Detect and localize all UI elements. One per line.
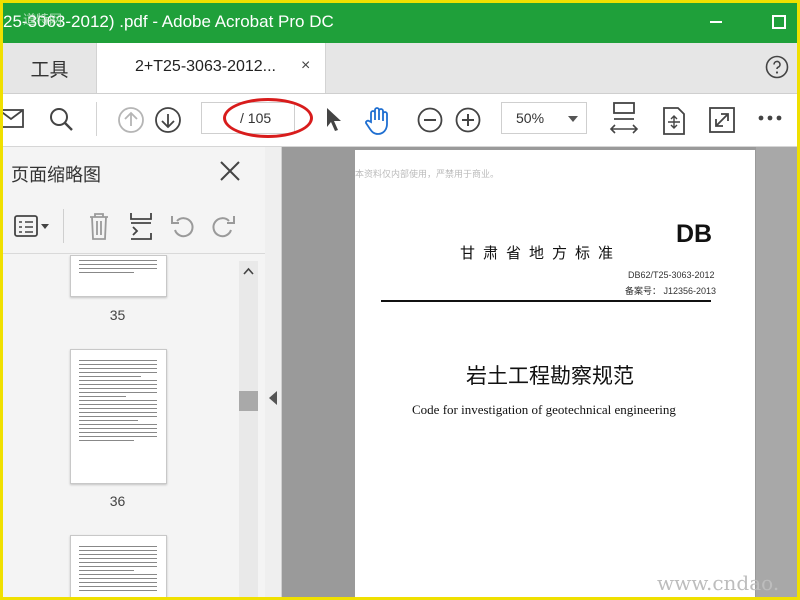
page-thumbnail[interactable] bbox=[70, 255, 167, 297]
fit-width-icon[interactable] bbox=[609, 101, 639, 137]
thumbnail-text-lines bbox=[79, 360, 157, 444]
fullscreen-icon[interactable] bbox=[708, 106, 736, 134]
tab-document-label: 2+T25-3063-2012... bbox=[135, 58, 276, 75]
trash-icon[interactable] bbox=[87, 211, 111, 241]
thumbnail-toolbar bbox=[3, 203, 265, 254]
collapse-left-icon[interactable] bbox=[269, 391, 277, 405]
thumbnail-list: 35 36 bbox=[3, 255, 239, 597]
page-note: 本资料仅内部使用，严禁用于商业。 bbox=[355, 169, 500, 179]
document-title-cn: 岩土工程勘察规范 bbox=[466, 364, 634, 388]
tab-bar: 工具 2+T25-3063-2012... × bbox=[3, 43, 797, 94]
tab-close-icon[interactable]: × bbox=[301, 57, 310, 75]
zoom-out-icon[interactable] bbox=[416, 106, 444, 134]
scroll-up-icon[interactable] bbox=[243, 267, 254, 275]
hand-tool-icon[interactable] bbox=[363, 106, 393, 136]
document-title-en: Code for investigation of geotechnical e… bbox=[412, 402, 676, 417]
thumbnails-panel: 页面缩略图 35 36 bbox=[3, 147, 266, 597]
zoom-level-value: 50% bbox=[516, 110, 545, 126]
rotate-clockwise-icon[interactable] bbox=[209, 213, 237, 239]
extract-pages-icon[interactable] bbox=[127, 211, 155, 241]
select-cursor-icon[interactable] bbox=[323, 106, 345, 134]
page-thumbnail[interactable] bbox=[70, 535, 167, 597]
site-watermark: www.cndao. bbox=[657, 571, 780, 595]
page-fit-icon[interactable] bbox=[660, 106, 688, 136]
zoom-level-dropdown[interactable]: 50% bbox=[501, 102, 587, 134]
previous-page-icon[interactable] bbox=[117, 106, 145, 134]
zoom-in-icon[interactable] bbox=[454, 106, 482, 134]
chevron-down-icon bbox=[568, 116, 578, 122]
document-page: 本资料仅内部使用，严禁用于商业。 DB 甘肃省地方标准 DB62/T25-306… bbox=[355, 150, 755, 597]
scrollbar-thumb[interactable] bbox=[239, 391, 258, 411]
panel-collapse-bar[interactable] bbox=[265, 147, 282, 597]
toolbar: / 105 50% bbox=[3, 94, 797, 147]
search-icon[interactable] bbox=[48, 106, 74, 132]
tab-tools[interactable]: 工具 bbox=[3, 43, 96, 93]
help-icon[interactable] bbox=[765, 55, 789, 79]
maximize-icon[interactable] bbox=[766, 9, 792, 35]
thumbnail-page-number: 36 bbox=[109, 493, 126, 509]
thumbnail-text-lines bbox=[79, 546, 157, 594]
tab-document[interactable]: 2+T25-3063-2012... × bbox=[96, 43, 326, 93]
mail-icon[interactable] bbox=[3, 106, 27, 132]
standard-code: DB62/T25-3063-2012 bbox=[628, 270, 715, 280]
db-mark: DB bbox=[676, 220, 713, 248]
toolbar-separator bbox=[63, 209, 64, 243]
more-options-icon[interactable] bbox=[757, 110, 783, 126]
red-highlight-ellipse bbox=[223, 98, 313, 138]
record-number: 备案号： J12356-2013 bbox=[625, 286, 717, 296]
site-logo-watermark: 道特网 bbox=[23, 13, 63, 28]
minimize-icon[interactable] bbox=[703, 9, 729, 35]
next-page-icon[interactable] bbox=[154, 106, 182, 134]
panel-title: 页面缩略图 bbox=[11, 165, 101, 185]
thumbnail-options-icon[interactable] bbox=[13, 213, 51, 241]
close-icon[interactable] bbox=[218, 159, 242, 183]
page-thumbnail[interactable] bbox=[70, 349, 167, 484]
document-scrollbar[interactable] bbox=[756, 147, 797, 597]
document-viewer: 本资料仅内部使用，严禁用于商业。 DB 甘肃省地方标准 DB62/T25-306… bbox=[282, 147, 797, 597]
toolbar-separator bbox=[96, 102, 97, 136]
acrobat-window: 25-3063-2012) .pdf - Adobe Acrobat Pro D… bbox=[3, 3, 797, 597]
standard-org: 甘肃省地方标准 bbox=[460, 244, 622, 262]
tab-tools-label: 工具 bbox=[30, 59, 69, 81]
thumbnail-scrollbar[interactable] bbox=[239, 261, 258, 597]
thumbnail-text-lines bbox=[79, 260, 157, 276]
rotate-counterclockwise-icon[interactable] bbox=[169, 213, 197, 239]
thumbnail-page-number: 35 bbox=[109, 307, 126, 323]
title-bar: 25-3063-2012) .pdf - Adobe Acrobat Pro D… bbox=[3, 3, 797, 43]
header-rule bbox=[381, 300, 711, 302]
